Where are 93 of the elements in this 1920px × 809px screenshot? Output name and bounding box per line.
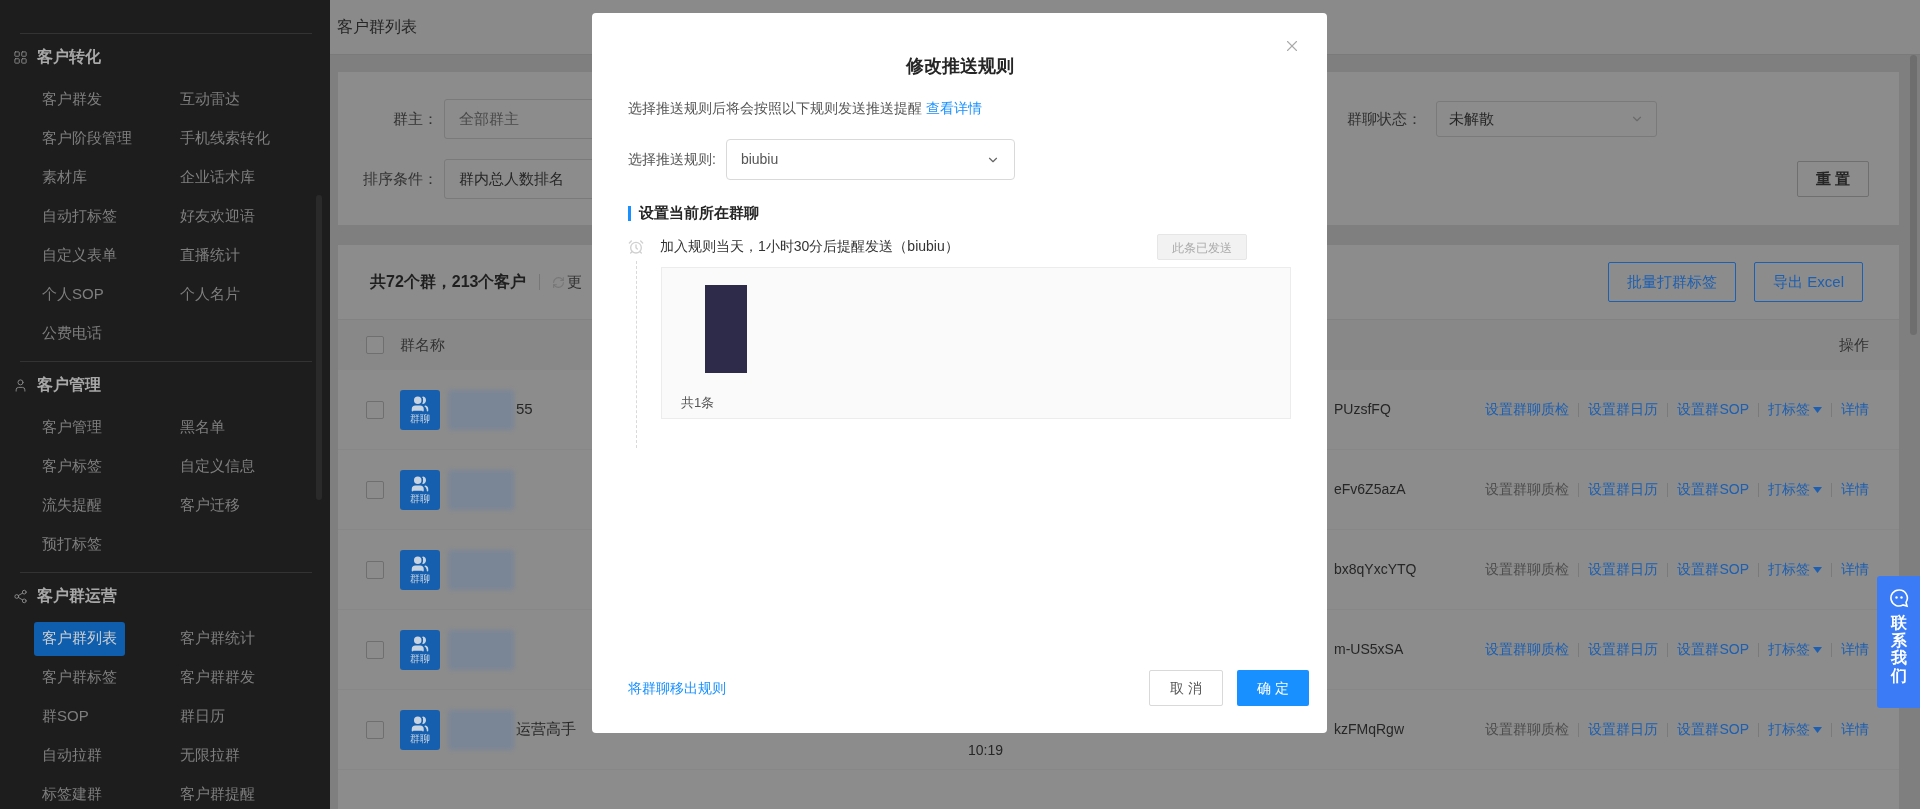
select-value: biubiu <box>740 150 779 169</box>
sidebar-item[interactable]: 自动拉群 <box>34 738 110 773</box>
sidebar-item[interactable]: 标签建群 <box>34 777 110 809</box>
sidebar-item[interactable]: 公费电话 <box>34 316 110 351</box>
filter-label: 排序条件： <box>362 168 438 189</box>
caret-icon <box>1813 646 1822 653</box>
avatar-label: 群聊 <box>410 733 430 744</box>
filter-label: 群聊状态： <box>1347 108 1422 129</box>
sidebar-item[interactable]: 好友欢迎语 <box>172 199 263 234</box>
page-title: 客户群列表 <box>337 17 417 37</box>
sidebar-item[interactable]: 客户阶段管理 <box>34 121 140 156</box>
checkbox[interactable] <box>366 640 384 659</box>
sidebar-item[interactable]: 个人名片 <box>172 277 248 312</box>
section-heading: 设置当前所在群聊 <box>639 203 759 223</box>
remove-link[interactable]: 将群聊移出规则 <box>628 677 726 699</box>
sidebar-item[interactable]: 客户管理 <box>34 410 110 445</box>
column-header: 群名称 <box>400 334 446 355</box>
sidebar-item[interactable]: 互动雷达 <box>172 82 248 117</box>
refresh-link[interactable]: 更 <box>566 270 582 294</box>
sidebar-item[interactable]: 客户群发 <box>34 82 110 117</box>
contact-button[interactable]: 联系我们 <box>1877 576 1920 708</box>
details-link[interactable]: 查看详情 <box>925 100 982 116</box>
sidebar-item[interactable]: 自定义表单 <box>34 238 125 273</box>
checkbox[interactable] <box>366 720 384 739</box>
people-icon <box>411 635 429 653</box>
checkbox[interactable] <box>366 560 384 579</box>
field-placeholder: 全部群主 <box>459 108 519 129</box>
group-name: 运营高手 <box>516 719 576 740</box>
cancel-button[interactable]: 取 消 <box>1149 670 1223 706</box>
people-icon <box>411 475 429 493</box>
summary-text: 共72个群，213个客户 <box>370 272 527 292</box>
clock-icon <box>628 238 644 255</box>
sidebar-item[interactable]: 个人SOP <box>34 277 112 312</box>
checkbox[interactable] <box>366 480 384 499</box>
modal-title: 修改推送规则 <box>904 55 1015 78</box>
filter-label: 群主： <box>392 108 438 129</box>
grid-icon <box>13 49 28 65</box>
caret-icon <box>1813 726 1822 733</box>
group-id: PUzsfFQ <box>1333 400 1392 419</box>
nodes-icon <box>13 588 28 604</box>
person-icon <box>13 377 28 393</box>
section-title: 客户管理 <box>37 375 101 395</box>
message-count: 共1条 <box>681 393 716 412</box>
people-icon <box>411 555 429 573</box>
section-title: 客户群运营 <box>37 586 117 606</box>
column-header: 操作 <box>1839 334 1869 355</box>
sidebar-item[interactable]: 自动打标签 <box>34 199 125 234</box>
group-name: 55 <box>516 399 533 420</box>
group-id: kzFMqRgw <box>1333 720 1405 739</box>
caret-icon <box>1813 406 1822 413</box>
sidebar-item[interactable]: 素材库 <box>34 160 95 195</box>
sidebar-item[interactable]: 群日历 <box>172 699 233 734</box>
sidebar-item[interactable]: 客户群提醒 <box>172 777 263 809</box>
caret-icon <box>1813 566 1822 573</box>
sidebar-item[interactable]: 客户群列表 <box>34 621 125 656</box>
avatar-label: 群聊 <box>410 573 430 584</box>
sidebar-item[interactable]: 企业话术库 <box>172 160 263 195</box>
status-select[interactable]: 未解散 <box>1436 101 1657 137</box>
sidebar-item[interactable]: 无限拉群 <box>172 738 248 773</box>
time-cell-text: 10:19 <box>968 741 1004 760</box>
sidebar-item[interactable]: 黑名单 <box>172 410 233 445</box>
chat-bubble-icon <box>1888 588 1909 608</box>
avatar-label: 群聊 <box>410 413 430 424</box>
confirm-button[interactable]: 确 定 <box>1237 670 1309 706</box>
reset-button[interactable]: 重 置 <box>1797 161 1869 197</box>
sidebar-item[interactable]: 客户群群发 <box>172 660 263 695</box>
sidebar-item[interactable]: 直播统计 <box>172 238 248 273</box>
select-value: 未解散 <box>1449 108 1494 129</box>
rule-text: 加入规则当天，1小时30分后提醒发送（biubiu） <box>660 237 959 256</box>
sidebar-item[interactable]: 客户群标签 <box>34 660 125 695</box>
sidebar-item[interactable]: 客户群统计 <box>172 621 263 656</box>
sidebar-item[interactable]: 客户迁移 <box>172 488 248 523</box>
people-icon <box>411 395 429 413</box>
avatar-label: 群聊 <box>410 653 430 664</box>
caret-icon <box>1813 486 1822 493</box>
group-id: eFv6Z5azA <box>1333 480 1407 499</box>
section-title: 客户转化 <box>37 47 101 67</box>
status-badge: 此条已发送 <box>1157 233 1247 260</box>
sidebar-item[interactable]: 自定义信息 <box>172 449 263 484</box>
sidebar-item[interactable]: 客户标签 <box>34 449 110 484</box>
sidebar-item[interactable]: 流失提醒 <box>34 488 110 523</box>
checkbox[interactable] <box>366 400 384 419</box>
group-id: bx8qYxcYTQ <box>1333 560 1418 579</box>
field-value: 群内总人数排名 <box>459 168 564 189</box>
group-id: m-US5xSA <box>1333 640 1405 659</box>
section-marker <box>628 205 631 221</box>
sidebar-item[interactable]: 预打标签 <box>34 527 110 562</box>
avatar-label: 群聊 <box>410 493 430 504</box>
sidebar-item[interactable]: 群SOP <box>34 699 97 734</box>
rule-select[interactable]: biubiu <box>725 139 1015 180</box>
sidebar-item[interactable]: 手机线索转化 <box>172 121 278 156</box>
people-icon <box>411 715 429 733</box>
checkbox[interactable] <box>366 336 384 354</box>
